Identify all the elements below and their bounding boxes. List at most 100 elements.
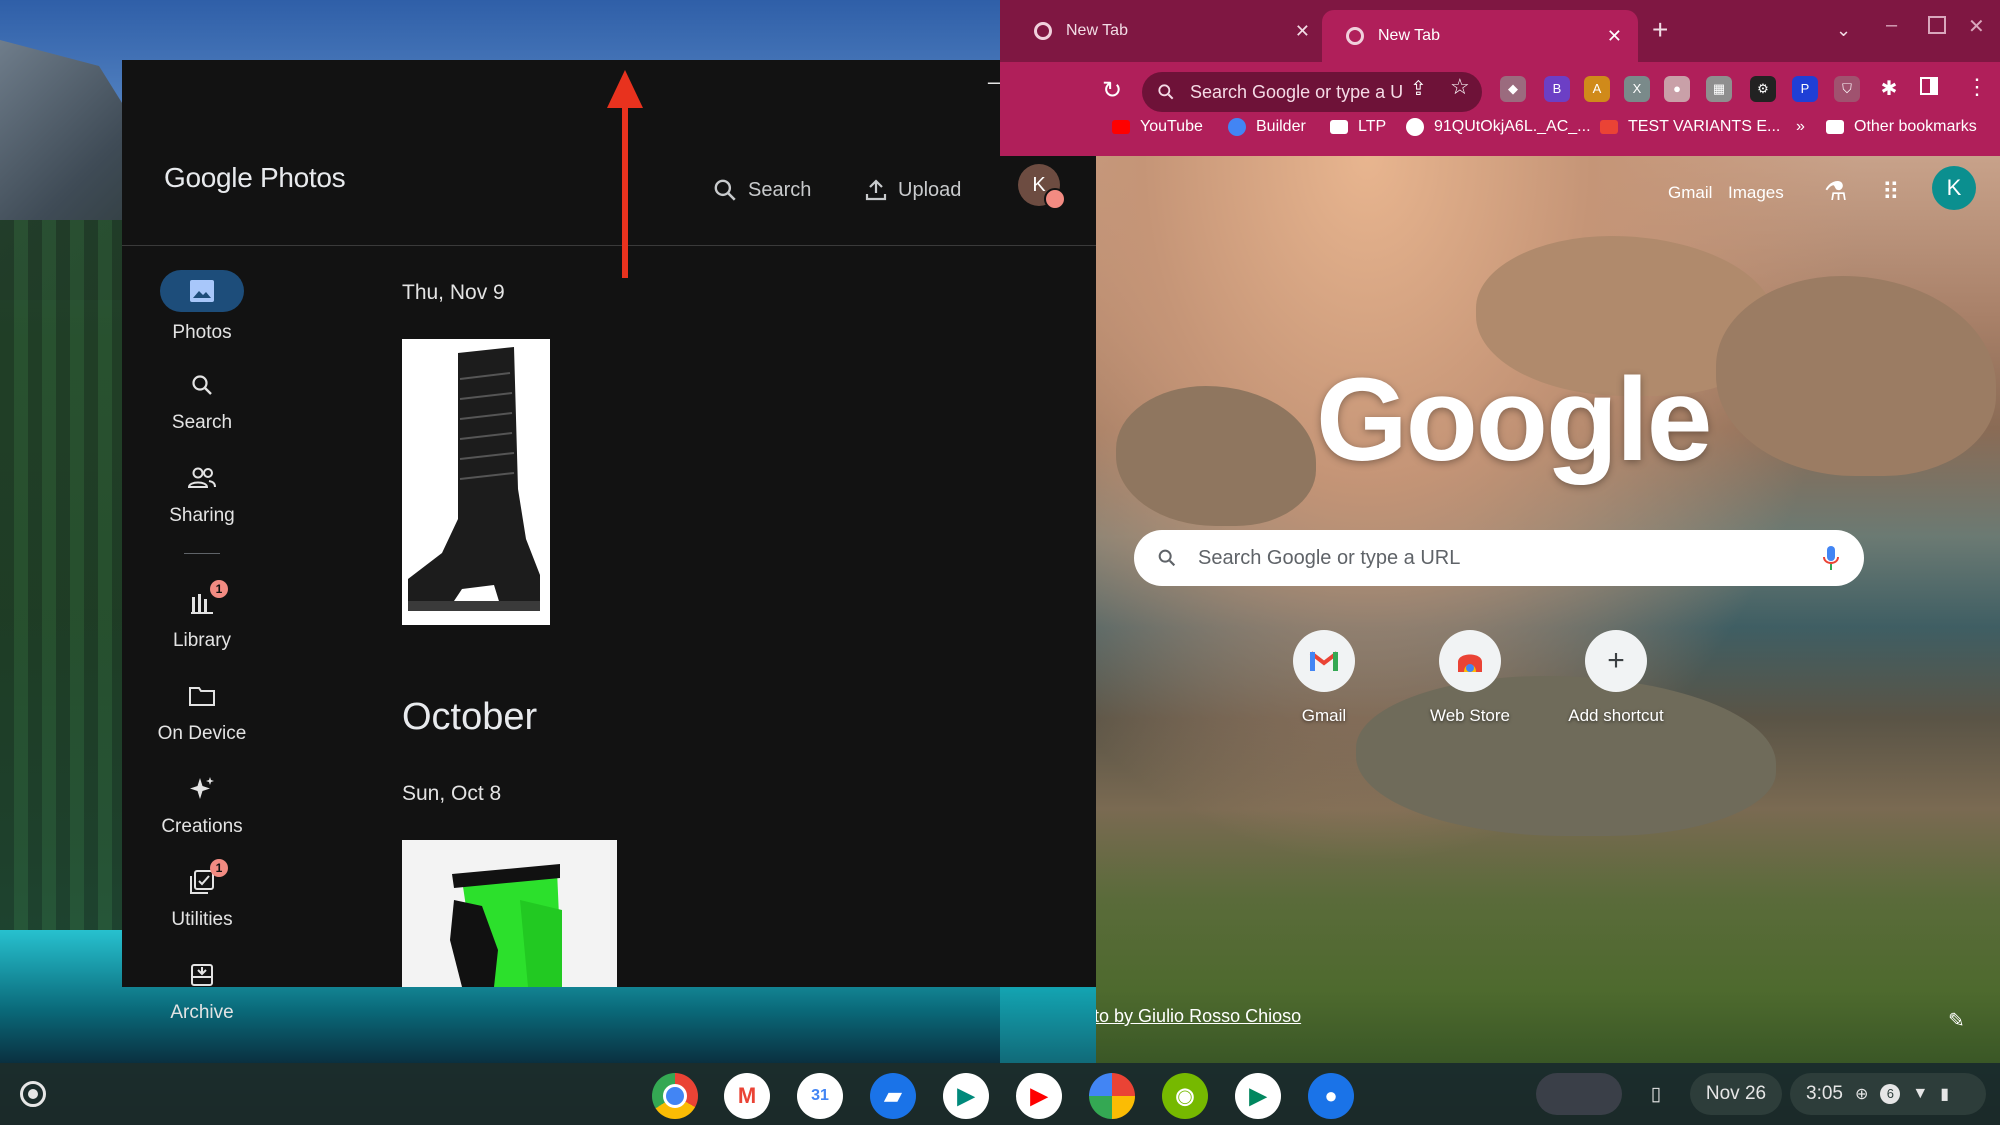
status-tray[interactable]: 3:05 ⊕ 6 ▼ ▮ xyxy=(1790,1073,1986,1115)
reload-icon[interactable]: ↻ xyxy=(1102,76,1122,105)
extension-icon[interactable]: ⚙ xyxy=(1750,76,1776,102)
gmail-icon[interactable]: M xyxy=(724,1073,770,1119)
folder-icon xyxy=(1826,120,1844,134)
utilities-badge: 1 xyxy=(210,859,228,877)
google-photos-window: – ✕ Google Photos Search Upload K Photos xyxy=(122,60,1097,1023)
nav-item-sharing[interactable]: Sharing xyxy=(122,461,282,545)
tab-close-icon[interactable]: ✕ xyxy=(1607,26,1622,47)
shortcut-web-store[interactable]: Web Store xyxy=(1400,630,1540,726)
minimize-icon[interactable]: – xyxy=(1886,14,1897,37)
shortcut-gmail[interactable]: Gmail xyxy=(1254,630,1394,726)
bookmark-ltp[interactable]: LTP xyxy=(1330,110,1386,144)
shortcut-label: Add shortcut xyxy=(1568,706,1664,725)
launcher-icon[interactable] xyxy=(20,1081,46,1107)
bookmark-image-link[interactable]: 91QUtOkjA6L._AC_... xyxy=(1406,110,1591,144)
nav-item-creations[interactable]: Creations xyxy=(122,772,282,856)
bookmark-youtube[interactable]: YouTube xyxy=(1112,110,1203,144)
chrome-favicon-icon xyxy=(1346,27,1364,45)
gmail-icon xyxy=(1600,120,1618,134)
shortcut-add[interactable]: + Add shortcut xyxy=(1546,630,1686,726)
phone-hub-icon[interactable]: ▯ xyxy=(1636,1073,1676,1115)
ntp-search-box[interactable]: Search Google or type a URL xyxy=(1134,530,1864,586)
menu-kebab-icon[interactable]: ⋮ xyxy=(1966,74,1988,100)
nav-item-search[interactable]: Search xyxy=(122,368,282,452)
upload-button[interactable]: Upload xyxy=(864,170,961,210)
play-store-icon[interactable]: ▶ xyxy=(1235,1073,1281,1119)
new-tab-page: Gmail Images ⚗ ⠿ K Google Search Google … xyxy=(1096,156,2000,1063)
holding-space-thumbnails[interactable] xyxy=(1536,1073,1622,1115)
chrome-icon[interactable] xyxy=(652,1073,698,1119)
ntp-account-avatar[interactable]: K xyxy=(1932,166,1976,210)
tab-strip: New Tab ✕ New Tab ✕ + ⌄ – ✕ xyxy=(1000,0,2000,62)
share-icon[interactable]: ⇪ xyxy=(1410,76,1427,101)
bookmarks-overflow-chevron[interactable]: » xyxy=(1796,110,1805,144)
nav-label-search: Search xyxy=(171,412,233,433)
ntp-images-link[interactable]: Images xyxy=(1728,183,1784,203)
upload-label: Upload xyxy=(898,178,962,201)
month-heading: October xyxy=(402,696,538,738)
extension-puzzle-icon[interactable]: ◆ xyxy=(1500,76,1526,102)
messages-icon[interactable]: ● xyxy=(1308,1073,1354,1119)
upload-icon xyxy=(865,179,887,201)
nav-item-library[interactable]: 1 Library xyxy=(122,580,282,670)
tab-search-chevron-icon[interactable]: ⌄ xyxy=(1836,20,1851,41)
bookmark-test-variants[interactable]: TEST VARIANTS E... xyxy=(1600,110,1780,144)
close-icon[interactable]: ✕ xyxy=(1968,14,1985,39)
google-photos-logo[interactable]: Google Photos xyxy=(164,162,346,194)
customize-pencil-icon[interactable]: ✎ xyxy=(1948,1008,1965,1033)
bookmark-star-icon[interactable]: ☆ xyxy=(1450,74,1470,100)
youtube-icon[interactable]: ▶ xyxy=(1016,1073,1062,1119)
new-tab-button[interactable]: + xyxy=(1652,14,1668,46)
date-text: Nov 26 xyxy=(1705,1083,1767,1104)
youtube-icon xyxy=(1112,120,1130,134)
meet-icon[interactable]: ▶ xyxy=(943,1073,989,1119)
nav-item-photos[interactable]: Photos xyxy=(122,270,282,354)
header-search-button[interactable]: Search xyxy=(712,170,811,210)
omnibox[interactable]: Search Google or type a U xyxy=(1142,72,1482,112)
extension-icon[interactable]: ▦ xyxy=(1706,76,1732,102)
side-panel-icon[interactable] xyxy=(1916,76,1942,102)
notification-dot-icon: ⊕ xyxy=(1854,1086,1869,1103)
photo-attribution-link[interactable]: ⊶ Photo by Giulio Rosso Chioso xyxy=(1096,1004,1301,1029)
nvidia-icon[interactable]: ◉ xyxy=(1162,1073,1208,1119)
extensions-puzzle-icon[interactable]: ✱ xyxy=(1876,76,1902,102)
extension-icon[interactable]: P xyxy=(1792,76,1818,102)
system-shelf: M 31 ▰ ▶ ▶ ◉ ▶ ● ▯ Nov 26 3:05 ⊕ 6 ▼ ▮ xyxy=(0,1063,2000,1125)
browser-toolbar: ↻ Search Google or type a U ⇪ ☆ ◆ B A X … xyxy=(1000,62,2000,156)
date-tray[interactable]: Nov 26 xyxy=(1690,1073,1782,1115)
photo-thumbnail[interactable] xyxy=(402,339,550,625)
shortcut-label: Web Store xyxy=(1429,706,1510,725)
maximize-icon[interactable] xyxy=(1928,16,1946,34)
bookmark-other[interactable]: Other bookmarks xyxy=(1826,110,1977,144)
extension-icon[interactable]: ● xyxy=(1664,76,1690,102)
globe-icon xyxy=(1406,118,1424,136)
ntp-gmail-link[interactable]: Gmail xyxy=(1668,183,1712,203)
shield-icon[interactable]: ⛉ xyxy=(1834,76,1860,102)
bookmark-builder[interactable]: Builder xyxy=(1228,110,1306,144)
extension-icon[interactable]: X xyxy=(1624,76,1650,102)
nav-item-on-device[interactable]: On Device xyxy=(122,679,282,763)
nav-item-archive[interactable]: Archive xyxy=(122,958,282,1042)
header-search-label: Search xyxy=(748,178,812,201)
tab-close-icon[interactable]: ✕ xyxy=(1295,21,1310,42)
microphone-icon[interactable] xyxy=(1822,545,1840,571)
nav-label-photos: Photos xyxy=(172,322,232,343)
labs-flask-icon[interactable]: ⚗ xyxy=(1824,176,1847,207)
extension-icon[interactable]: B xyxy=(1544,76,1570,102)
extension-icon[interactable]: A xyxy=(1584,76,1610,102)
photo-thumbnail[interactable] xyxy=(402,840,617,987)
folder-icon xyxy=(1330,120,1348,134)
apps-grid-icon[interactable]: ⠿ xyxy=(1882,178,1900,207)
google-photos-icon[interactable] xyxy=(1089,1073,1135,1119)
attribution-text: Photo by Giulio Rosso Chioso xyxy=(1096,1006,1302,1026)
calendar-icon[interactable]: 31 xyxy=(797,1073,843,1119)
nav-label-archive: Archive xyxy=(170,1002,234,1023)
nav-item-utilities[interactable]: 1 Utilities xyxy=(122,859,282,949)
bookmark-label: TEST VARIANTS E... xyxy=(1628,118,1781,135)
archive-icon xyxy=(180,958,224,992)
tab-new-tab-1[interactable]: New Tab ✕ xyxy=(1010,10,1326,52)
sparkle-icon xyxy=(180,772,224,806)
files-icon[interactable]: ▰ xyxy=(870,1073,916,1119)
people-icon xyxy=(180,461,224,495)
tab-new-tab-2[interactable]: New Tab ✕ xyxy=(1322,10,1638,62)
